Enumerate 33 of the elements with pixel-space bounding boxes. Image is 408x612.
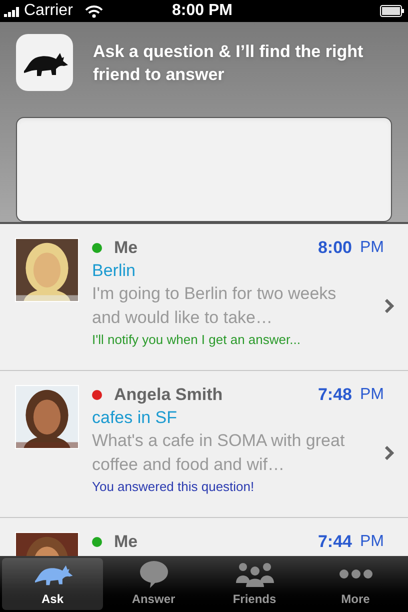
chevron-icon — [385, 299, 394, 313]
carrier-name: Carrier — [24, 1, 73, 21]
clock-time: 8:00 PM — [172, 1, 232, 21]
tab[interactable]: More — [305, 558, 406, 610]
time-period: PM — [360, 385, 384, 405]
asker-name: Me — [114, 531, 138, 554]
more-icon — [338, 569, 372, 579]
question-topic: Berlin — [92, 260, 136, 282]
chevron-icon — [385, 446, 394, 460]
status-note: I'll notify you when I get an answer... — [92, 331, 302, 349]
wifi-icon — [84, 4, 103, 18]
question-time: 7:48 — [318, 384, 352, 406]
question-row[interactable]: Angela Smith 7:48 PM cafes in SF What's a cafe in SOMA with great coffee and food and wif… You answered this question! — [0, 371, 408, 518]
people-icon — [234, 561, 274, 587]
time-period: PM — [360, 238, 384, 258]
time-period: PM — [360, 532, 384, 552]
tab[interactable]: Friends — [204, 558, 305, 610]
question-input[interactable] — [16, 117, 392, 222]
question-text: I'm going to Berlin for two weeks and would like to take… — [92, 283, 338, 329]
status-note: You answered this question! — [92, 478, 256, 496]
question-time: 7:44 — [318, 531, 352, 554]
signal-icon — [4, 5, 22, 17]
question-time: 8:00 — [318, 237, 352, 260]
battery-icon — [380, 5, 404, 17]
question-row[interactable]: Me 8:00 PM Berlin I'm going to Berlin for two weeks and would like to take… I'll notify you when I get an answer... — [0, 224, 408, 371]
asker-name: Me — [114, 237, 138, 260]
prompt-text: Ask a question & I’ll find the right friend to answer — [93, 40, 364, 86]
question-text: What's a cafe in SOMA with great coffee and food and wif… — [92, 430, 346, 476]
asker-name: Angela Smith — [114, 384, 223, 406]
speech-bubble-icon — [138, 560, 168, 588]
tab[interactable]: Answer — [103, 558, 204, 610]
tab[interactable]: Ask — [2, 558, 103, 610]
question-topic: cafes in SF — [92, 407, 178, 429]
